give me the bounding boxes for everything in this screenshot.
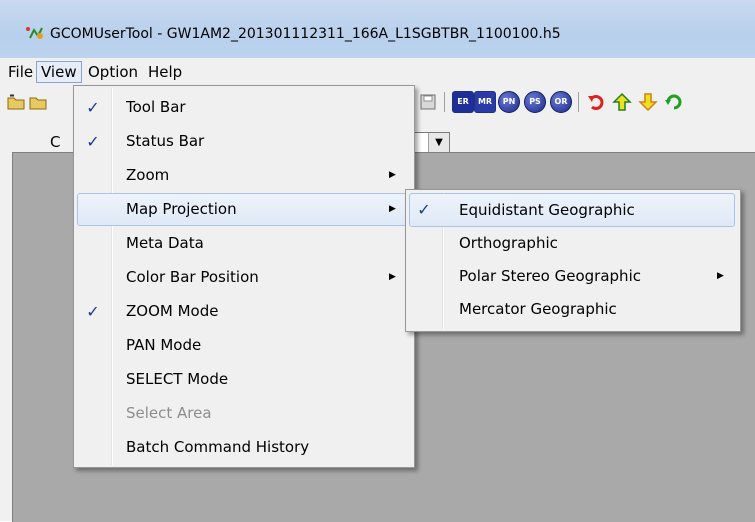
submenu-arrow-icon: ▶	[389, 170, 396, 180]
menu-item-orthographic[interactable]: Orthographic	[409, 227, 735, 260]
menu-item-batch-command-history[interactable]: Batch Command History	[77, 431, 409, 464]
menu-item-select-area: Select Area	[77, 397, 409, 430]
check-icon: ✓	[86, 302, 100, 321]
undo-icon[interactable]	[586, 92, 606, 112]
menu-bar: File View Option Help	[0, 58, 755, 84]
view-menu: ✓ Tool Bar ✓ Status Bar Zoom ▶ Map Proje…	[73, 85, 415, 468]
submenu-arrow-icon: ▶	[389, 204, 396, 214]
toolbar-separator	[578, 92, 579, 112]
menu-item-label: Status Bar	[126, 132, 205, 150]
menu-item-label: Polar Stereo Geographic	[459, 267, 641, 285]
open-folder-icon[interactable]	[6, 92, 26, 112]
menu-item-label: SELECT Mode	[126, 370, 229, 388]
row-label: C	[50, 133, 61, 151]
menu-item-zoom[interactable]: Zoom ▶	[77, 159, 409, 192]
menu-item-label: Tool Bar	[126, 98, 186, 116]
ps-button[interactable]: PS	[524, 91, 546, 113]
refresh-icon[interactable]	[664, 92, 684, 112]
menu-item-equidistant-geographic[interactable]: ✓ Equidistant Geographic	[409, 193, 735, 227]
menu-option[interactable]: Option	[84, 62, 142, 82]
app-icon	[26, 27, 43, 39]
check-icon: ✓	[417, 200, 431, 219]
menu-item-label: Map Projection	[126, 200, 237, 218]
window-title: GCOMUserTool - GW1AM2_201301112311_166A_…	[50, 26, 561, 42]
menu-item-label: Batch Command History	[126, 438, 310, 456]
er-button[interactable]: ER	[452, 91, 474, 113]
menu-item-label: ZOOM Mode	[126, 302, 219, 320]
arrow-up-icon[interactable]	[612, 92, 632, 112]
menu-item-status-bar[interactable]: ✓ Status Bar	[77, 125, 409, 158]
menu-file[interactable]: File	[4, 62, 37, 82]
menu-item-polar-stereo-geographic[interactable]: Polar Stereo Geographic ▶	[409, 260, 735, 293]
menu-item-label: PAN Mode	[126, 336, 202, 354]
submenu-arrow-icon: ▶	[389, 272, 396, 282]
check-icon: ✓	[86, 98, 100, 117]
title-bar[interactable]: GCOMUserTool - GW1AM2_201301112311_166A_…	[0, 0, 755, 58]
menu-item-tool-bar[interactable]: ✓ Tool Bar	[77, 91, 409, 124]
menu-item-label: Meta Data	[126, 234, 204, 252]
menu-item-label: Mercator Geographic	[459, 300, 617, 318]
submenu-arrow-icon: ▶	[717, 271, 724, 281]
menu-view[interactable]: View	[36, 61, 82, 83]
pn-button[interactable]: PN	[498, 91, 520, 113]
open-file-icon[interactable]	[28, 92, 48, 112]
menu-item-map-projection[interactable]: Map Projection ▶	[77, 193, 409, 226]
menu-item-mercator-geographic[interactable]: Mercator Geographic	[409, 293, 735, 326]
arrow-down-icon[interactable]	[638, 92, 658, 112]
mr-button[interactable]: MR	[474, 91, 496, 113]
menu-item-color-bar-position[interactable]: Color Bar Position ▶	[77, 261, 409, 294]
menu-item-label: Zoom	[126, 166, 170, 184]
menu-item-label: Orthographic	[459, 234, 558, 252]
chevron-down-icon[interactable]: ▼	[428, 133, 449, 153]
menu-item-meta-data[interactable]: Meta Data	[77, 227, 409, 260]
menu-help[interactable]: Help	[144, 62, 186, 82]
menu-item-label: Select Area	[126, 404, 212, 422]
or-button[interactable]: OR	[550, 91, 572, 113]
map-projection-submenu: ✓ Equidistant Geographic Orthographic Po…	[405, 189, 741, 332]
menu-item-zoom-mode[interactable]: ✓ ZOOM Mode	[77, 295, 409, 328]
save-icon[interactable]	[418, 92, 438, 112]
menu-item-select-mode[interactable]: SELECT Mode	[77, 363, 409, 396]
check-icon: ✓	[86, 132, 100, 151]
menu-item-label: Equidistant Geographic	[459, 201, 635, 219]
toolbar-separator	[444, 92, 445, 112]
menu-item-pan-mode[interactable]: PAN Mode	[77, 329, 409, 362]
menu-item-label: Color Bar Position	[126, 268, 259, 286]
